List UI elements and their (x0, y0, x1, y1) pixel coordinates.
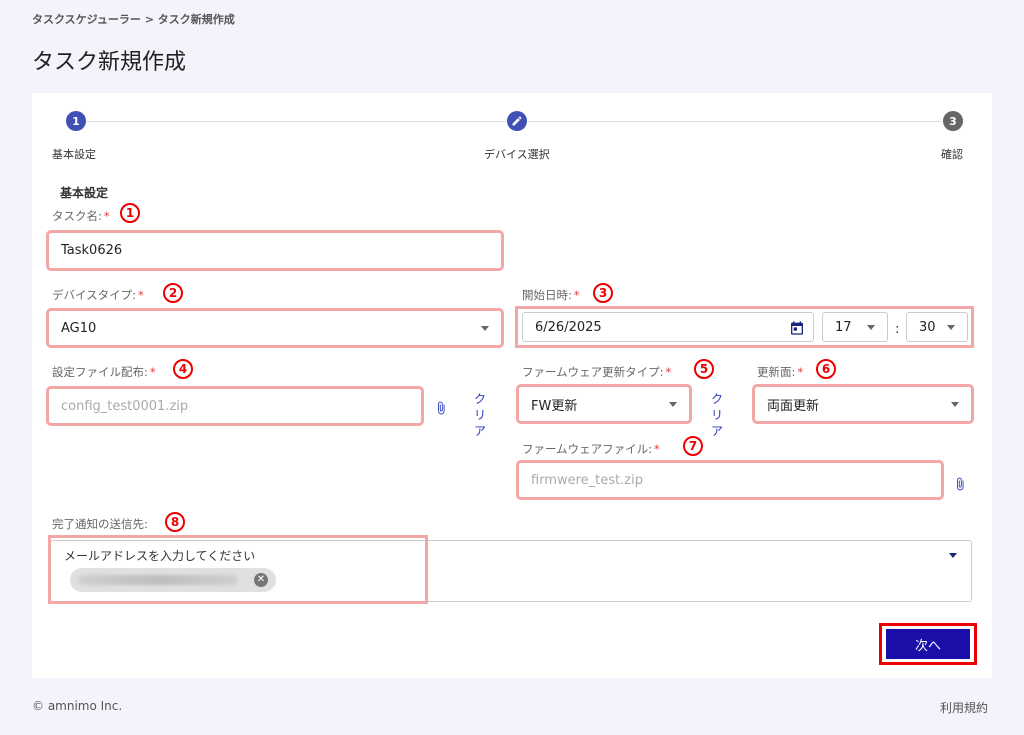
paperclip-icon[interactable] (953, 474, 967, 494)
start-hour-select[interactable]: 17 (822, 312, 888, 342)
marker-4: 4 (173, 359, 193, 379)
breadcrumb: タスクスケジューラー > タスク新規作成 (32, 13, 235, 26)
required-mark: * (654, 442, 660, 456)
chevron-down-icon (947, 325, 955, 330)
page-title: タスク新規作成 (32, 50, 187, 75)
device-type-select[interactable]: AG10 (46, 308, 504, 348)
chevron-down-icon (951, 402, 959, 407)
chevron-down-icon (481, 326, 489, 331)
calendar-icon[interactable] (789, 320, 805, 336)
required-mark: * (797, 365, 804, 379)
firmware-file-label: ファームウェアファイル: * (522, 442, 660, 456)
email-chip[interactable]: ✕ (70, 568, 276, 592)
marker-5: 5 (694, 359, 714, 379)
step-3-label: 確認 (941, 148, 963, 161)
task-name-input[interactable]: Task0626 (46, 230, 504, 271)
footer-terms-link[interactable]: 利用規約 (940, 699, 988, 716)
start-datetime-label: 開始日時: * (522, 288, 580, 302)
fw-update-type-select[interactable]: FW更新 (516, 384, 692, 424)
required-mark: * (103, 209, 110, 223)
config-file-label: 設定ファイル配布: * (52, 365, 156, 379)
step-1-label: 基本設定 (52, 148, 96, 161)
start-date-input[interactable]: 6/26/2025 (522, 312, 814, 342)
chevron-down-icon[interactable] (949, 553, 957, 558)
marker-8: 8 (165, 512, 185, 532)
stepper-line-2 (528, 121, 942, 122)
notify-placeholder: メールアドレスを入力してください (64, 549, 256, 563)
marker-6: 6 (816, 359, 836, 379)
marker-7: 7 (683, 436, 703, 456)
marker-2: 2 (163, 283, 183, 303)
step-2-label: デバイス選択 (484, 148, 550, 161)
chevron-down-icon (867, 325, 875, 330)
update-side-select[interactable]: 両面更新 (752, 384, 974, 424)
chevron-down-icon (669, 402, 677, 407)
fw-clear-link[interactable]: クリア (707, 391, 727, 439)
step-2-circle (507, 111, 527, 131)
marker-1: 1 (120, 203, 140, 223)
marker-3: 3 (593, 283, 613, 303)
task-name-label: タスク名: * (52, 209, 110, 223)
step-1-circle: 1 (66, 111, 86, 131)
required-mark: * (573, 288, 580, 302)
redacted-email (78, 575, 238, 585)
start-minute-select[interactable]: 30 (906, 312, 968, 342)
time-separator: : (895, 322, 900, 337)
paperclip-icon[interactable] (434, 398, 448, 418)
required-mark: * (665, 365, 672, 379)
footer-copyright: © amnimo Inc. (32, 699, 123, 713)
config-clear-link[interactable]: クリア (470, 391, 490, 439)
section-title: 基本設定 (60, 186, 109, 200)
close-icon[interactable]: ✕ (254, 573, 268, 587)
config-file-input[interactable]: config_test0001.zip (46, 386, 424, 426)
required-mark: * (149, 365, 156, 379)
required-mark: * (138, 288, 144, 302)
stepper-line-1 (86, 121, 506, 122)
update-side-label: 更新面: * (757, 365, 804, 379)
step-3-circle: 3 (943, 111, 963, 131)
firmware-file-input[interactable]: firmwere_test.zip (516, 460, 944, 500)
fw-update-type-label: ファームウェア更新タイプ: * (522, 365, 672, 379)
device-type-label: デバイスタイプ: * (52, 288, 144, 302)
pencil-icon (512, 116, 522, 126)
next-button[interactable]: 次へ (886, 629, 970, 659)
notify-label: 完了通知の送信先: (52, 517, 148, 531)
